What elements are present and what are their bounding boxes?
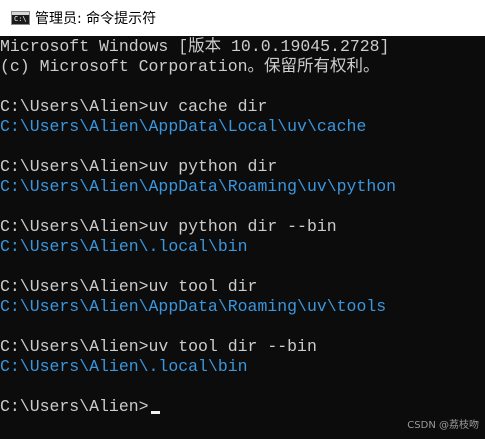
console-output-line: (c) Microsoft Corporation。保留所有权利。 bbox=[0, 57, 485, 77]
console-line-text: C:\Users\Alien>uv python dir --bin bbox=[0, 217, 337, 236]
console-line-text: C:\Users\Alien>uv tool dir --bin bbox=[0, 337, 317, 356]
console-line-text: C:\Users\Alien>uv python dir bbox=[0, 157, 278, 176]
command-line: C:\Users\Alien>uv python dir bbox=[0, 157, 485, 177]
prompt-line[interactable]: C:\Users\Alien> bbox=[0, 397, 485, 417]
console-line-text: C:\Users\Alien\AppData\Roaming\uv\python bbox=[0, 177, 397, 196]
path-output-line: C:\Users\Alien\AppData\Local\uv\cache bbox=[0, 117, 485, 137]
console-line-text: (c) Microsoft Corporation。保留所有权利。 bbox=[0, 57, 380, 76]
title-bar[interactable]: C:\ 管理员: 命令提示符 bbox=[0, 0, 485, 36]
cmd-icon-label: C:\ bbox=[14, 15, 27, 23]
console-line-text: C:\Users\Alien\.local\bin bbox=[0, 237, 248, 256]
console-line-text: C:\Users\Alien\AppData\Local\uv\cache bbox=[0, 117, 367, 136]
console-output[interactable]: Microsoft Windows [版本 10.0.19045.2728] (c… bbox=[0, 37, 485, 439]
console-line-text: C:\Users\Alien\AppData\Roaming\uv\tools bbox=[0, 297, 387, 316]
cmd-icon[interactable]: C:\ bbox=[11, 11, 30, 25]
command-line: C:\Users\Alien>uv cache dir bbox=[0, 97, 485, 117]
path-output-line: C:\Users\Alien\.local\bin bbox=[0, 357, 485, 377]
console-line-text: C:\Users\Alien\.local\bin bbox=[0, 357, 248, 376]
path-output-line: C:\Users\Alien\AppData\Roaming\uv\python bbox=[0, 177, 485, 197]
console-line-text: Microsoft Windows [版本 10.0.19045.2728] bbox=[0, 37, 390, 56]
watermark: CSDN @荔枝吻 bbox=[407, 420, 479, 431]
console-line-text: C:\Users\Alien>uv cache dir bbox=[0, 97, 268, 116]
command-line: C:\Users\Alien>uv python dir --bin bbox=[0, 217, 485, 237]
path-output-line: C:\Users\Alien\.local\bin bbox=[0, 237, 485, 257]
command-line: C:\Users\Alien>uv tool dir --bin bbox=[0, 337, 485, 357]
window-title: 管理员: 命令提示符 bbox=[35, 11, 157, 27]
command-line: C:\Users\Alien>uv tool dir bbox=[0, 277, 485, 297]
console-line-text: C:\Users\Alien> bbox=[0, 397, 149, 416]
path-output-line: C:\Users\Alien\AppData\Roaming\uv\tools bbox=[0, 297, 485, 317]
console-line-text: C:\Users\Alien>uv tool dir bbox=[0, 277, 258, 296]
text-cursor bbox=[150, 411, 160, 414]
command-prompt-window: C:\ 管理员: 命令提示符 Microsoft Windows [版本 10.… bbox=[0, 0, 485, 439]
console-output-line: Microsoft Windows [版本 10.0.19045.2728] bbox=[0, 37, 485, 57]
